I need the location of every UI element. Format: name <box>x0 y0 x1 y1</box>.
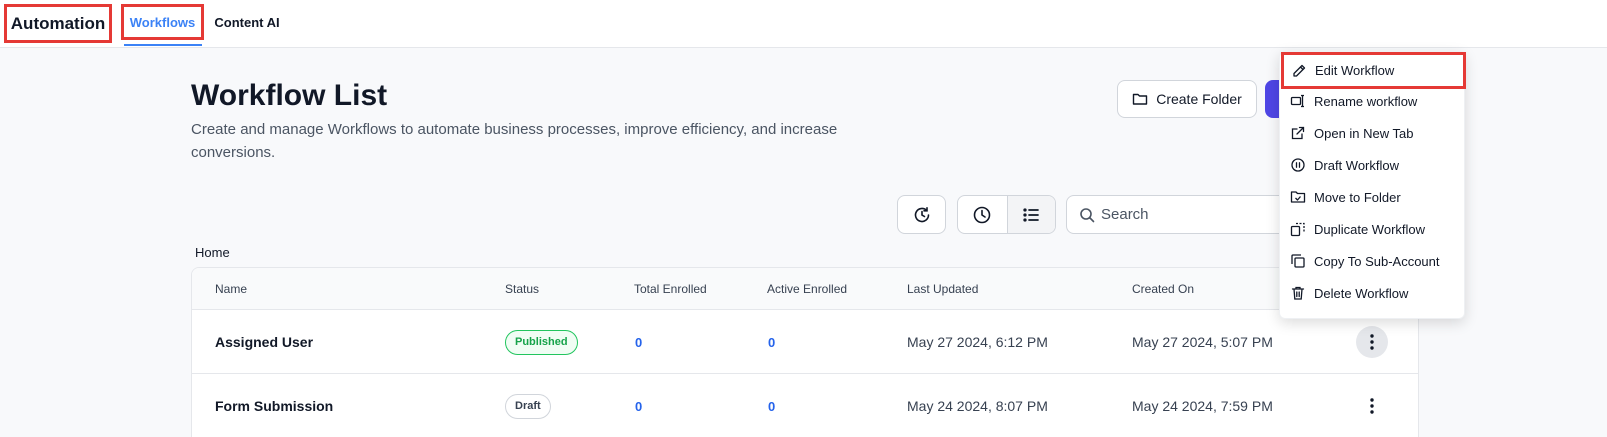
menu-item-copy-to-sub-account[interactable]: Copy To Sub-Account <box>1280 245 1466 277</box>
column-header-total-enrolled[interactable]: Total Enrolled <box>634 268 707 310</box>
recent-view-button[interactable] <box>958 196 1007 233</box>
table-header: Name Status Total Enrolled Active Enroll… <box>192 268 1418 310</box>
tab-workflows[interactable]: Workflows <box>121 4 204 40</box>
created-on-date: May 24 2024, 7:59 PM <box>1132 398 1273 414</box>
column-header-name[interactable]: Name <box>215 268 247 310</box>
search-box <box>1066 195 1286 234</box>
menu-item-duplicate-workflow[interactable]: Duplicate Workflow <box>1280 213 1466 245</box>
page-title: Workflow List <box>191 79 388 112</box>
trash-icon <box>1291 286 1305 300</box>
more-vertical-icon <box>1370 398 1374 414</box>
workflow-actions-menu: Edit Workflow Rename workflow Open in Ne… <box>1279 51 1466 319</box>
menu-item-label: Open in New Tab <box>1314 125 1414 141</box>
clock-icon <box>973 206 991 223</box>
tab-content-ai[interactable]: Content AI <box>212 4 282 40</box>
column-header-created-on[interactable]: Created On <box>1132 268 1194 310</box>
active-enrolled-count[interactable]: 0 <box>768 374 775 437</box>
pencil-icon <box>1293 64 1306 77</box>
external-link-icon <box>1291 126 1305 140</box>
menu-item-rename-workflow[interactable]: Rename workflow <box>1280 85 1466 117</box>
active-tab-indicator <box>124 44 202 46</box>
menu-item-label: Rename workflow <box>1314 93 1418 109</box>
menu-item-label: Copy To Sub-Account <box>1314 253 1440 269</box>
menu-item-move-to-folder[interactable]: Move to Folder <box>1280 181 1466 213</box>
column-header-status[interactable]: Status <box>505 268 539 310</box>
breadcrumb[interactable]: Home <box>195 245 230 260</box>
top-nav-bar: Automation Workflows Content AI <box>0 0 1607 48</box>
table-row[interactable]: Form Submission Draft 0 0 May 24 2024, 8… <box>192 374 1418 437</box>
menu-item-delete-workflow[interactable]: Delete Workflow <box>1280 277 1466 309</box>
rename-icon <box>1290 94 1304 108</box>
menu-item-open-new-tab[interactable]: Open in New Tab <box>1280 117 1466 149</box>
more-vertical-icon <box>1370 334 1374 350</box>
menu-item-edit-workflow[interactable]: Edit Workflow <box>1281 52 1466 89</box>
menu-item-label: Draft Workflow <box>1314 157 1399 173</box>
column-header-active-enrolled[interactable]: Active Enrolled <box>767 268 847 310</box>
create-folder-button[interactable]: Create Folder <box>1117 80 1257 118</box>
duplicate-icon <box>1290 222 1305 237</box>
view-toggle-group <box>957 195 1056 234</box>
workflow-table: Name Status Total Enrolled Active Enroll… <box>191 267 1419 437</box>
folder-move-icon <box>1290 191 1306 203</box>
menu-item-label: Duplicate Workflow <box>1314 221 1426 237</box>
list-icon <box>1023 207 1040 222</box>
pause-circle-icon <box>1291 158 1305 172</box>
row-actions-button[interactable] <box>1356 326 1388 358</box>
menu-item-label: Delete Workflow <box>1314 285 1409 301</box>
last-updated-date: May 27 2024, 6:12 PM <box>907 334 1048 350</box>
last-updated-date: May 24 2024, 8:07 PM <box>907 398 1048 414</box>
page-description: Create and manage Workflows to automate … <box>191 121 838 161</box>
folder-icon <box>1133 93 1148 105</box>
total-enrolled-count[interactable]: 0 <box>635 310 642 374</box>
status-badge: Published <box>505 329 578 355</box>
app-title: Automation <box>4 4 112 43</box>
status-badge: Draft <box>505 393 551 419</box>
history-button[interactable] <box>897 195 946 234</box>
menu-item-draft-workflow[interactable]: Draft Workflow <box>1280 149 1466 181</box>
workflow-name[interactable]: Assigned User <box>215 310 313 374</box>
create-folder-label: Create Folder <box>1156 91 1242 107</box>
history-icon <box>914 206 929 222</box>
column-header-last-updated[interactable]: Last Updated <box>907 268 978 310</box>
search-icon <box>1080 207 1095 222</box>
active-enrolled-count[interactable]: 0 <box>768 310 775 374</box>
total-enrolled-count[interactable]: 0 <box>635 374 642 437</box>
menu-item-label: Edit Workflow <box>1315 63 1395 78</box>
copy-icon <box>1291 254 1305 268</box>
search-input[interactable] <box>1101 206 1271 223</box>
table-row[interactable]: Assigned User Published 0 0 May 27 2024,… <box>192 310 1418 374</box>
workflow-name[interactable]: Form Submission <box>215 374 333 437</box>
created-on-date: May 27 2024, 5:07 PM <box>1132 334 1273 350</box>
row-actions-button[interactable] <box>1356 390 1388 422</box>
menu-item-label: Move to Folder <box>1314 189 1401 205</box>
list-view-button[interactable] <box>1006 196 1055 233</box>
